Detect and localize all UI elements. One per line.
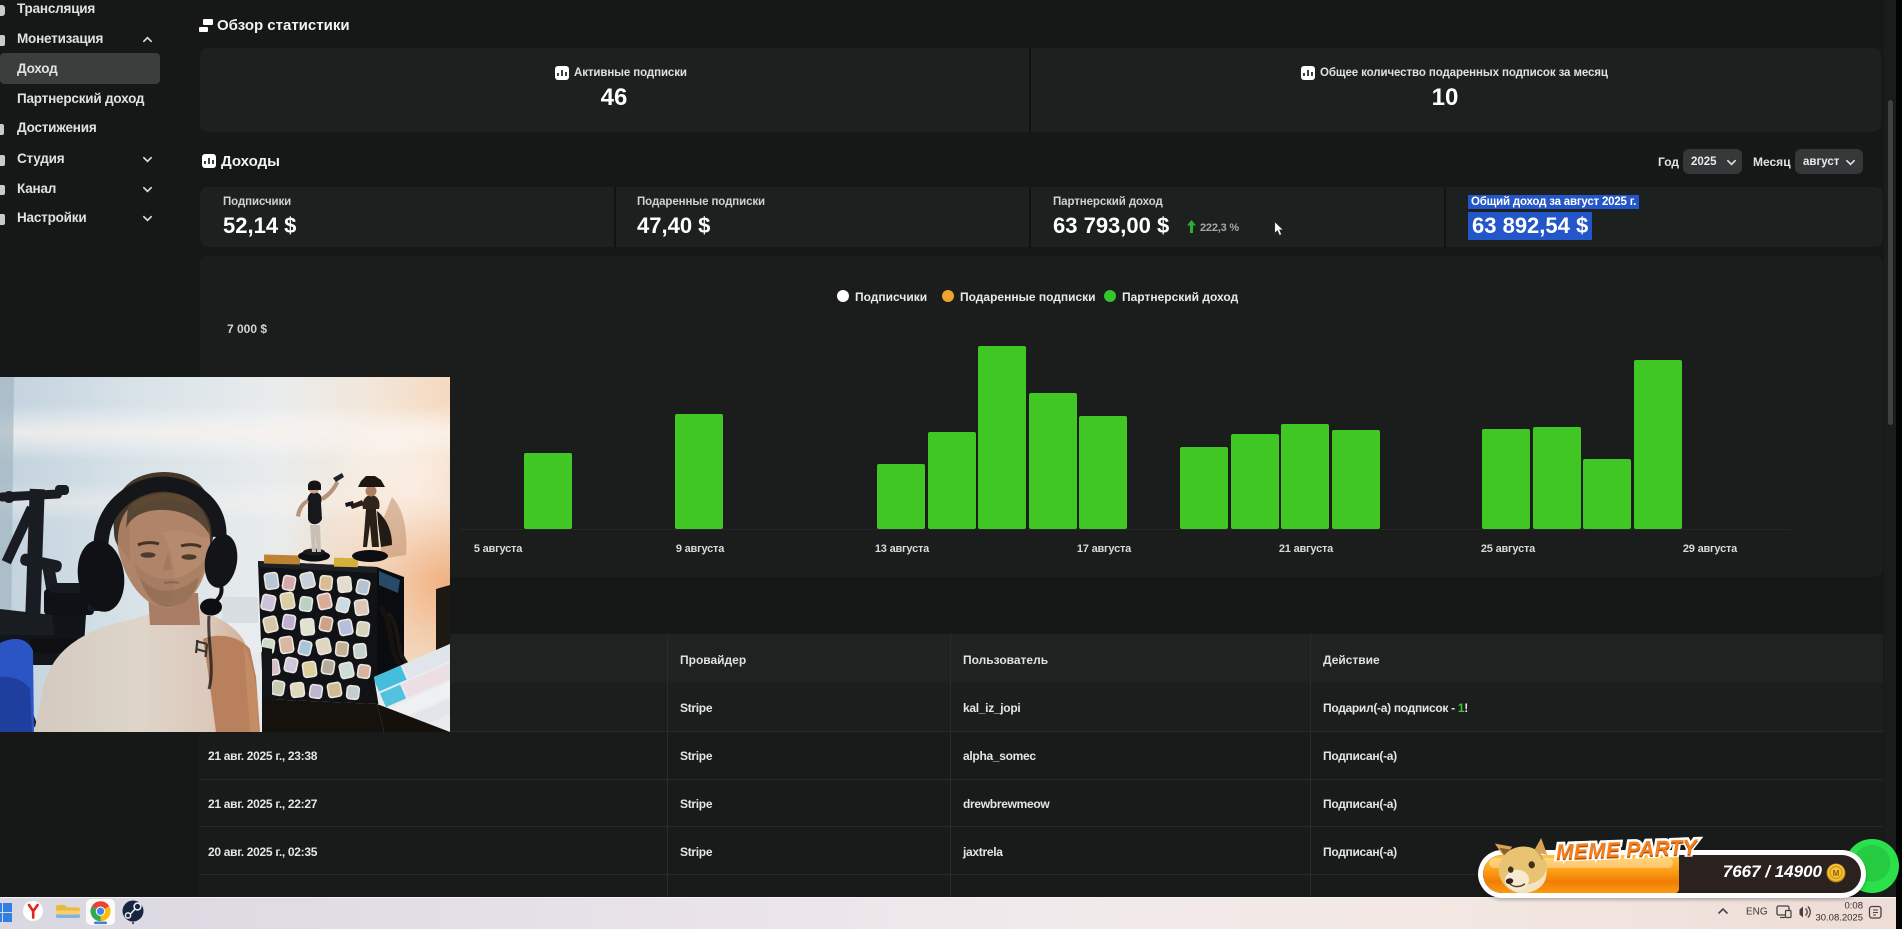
svg-text:30.08.2025: 30.08.2025 <box>1815 913 1863 924</box>
svg-text:M: M <box>1833 869 1840 878</box>
